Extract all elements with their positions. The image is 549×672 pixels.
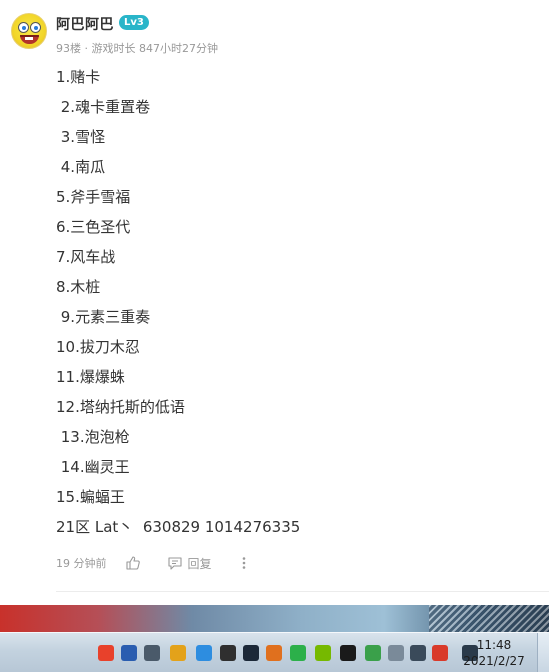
speaker-warning-icon[interactable] [432,645,448,661]
sogou-input-icon[interactable] [98,645,114,661]
content-line: 1.赌卡 [56,68,101,86]
desktop-wallpaper [0,605,549,632]
content-line: 7.风车战 [56,248,116,266]
content-line: 8.木桩 [56,278,101,296]
security-check-icon[interactable] [365,645,381,661]
folder-app-icon[interactable] [266,645,282,661]
avatar-eye-right [30,22,41,33]
content-line: 12.塔纳托斯的低语 [56,398,185,416]
language-bar-icon[interactable] [144,645,160,661]
volume-icon[interactable] [410,645,426,661]
content-line: 2.魂卡重置卷 [56,98,151,116]
clock-time: 11:48 [476,638,512,652]
avatar-eye-left [18,22,29,33]
avatar-mouth [20,35,39,44]
nvidia-icon[interactable] [315,645,331,661]
g-app-icon[interactable] [170,645,186,661]
steam-icon[interactable] [243,645,259,661]
username[interactable]: 阿巴阿巴 [56,14,114,34]
taskbar-clock[interactable]: 11:48 2021/2/27 [459,637,529,669]
content-line: 3.雪怪 [56,128,106,146]
wallpaper-detail [429,605,549,632]
more-vertical-icon[interactable] [238,555,250,571]
notes-icon[interactable] [388,645,404,661]
content-line: 4.南瓜 [56,158,106,176]
content-line: 11.爆爆蛛 [56,368,125,386]
grid-app-icon[interactable] [220,645,236,661]
help-icon[interactable] [121,645,137,661]
show-desktop-button[interactable] [537,633,549,672]
content-line: 13.泡泡枪 [56,428,130,446]
taskbar: 11:48 2021/2/27 [0,632,549,672]
post-meta: 93楼 · 游戏时长 847小时27分钟 [56,42,218,55]
clock-date: 2021/2/27 [463,654,525,668]
qq-icon[interactable] [340,645,356,661]
post-content: 1.赌卡 2.魂卡重置卷 3.雪怪 4.南瓜 5.斧手雪福 6.三色圣代 7.风… [56,66,526,546]
reply-button[interactable]: 回复 [188,555,212,572]
divider [56,591,549,592]
thumbs-up-icon[interactable] [125,555,141,571]
content-line: 5.斧手雪福 [56,188,131,206]
content-line: 6.三色圣代 [56,218,131,236]
wechat-icon[interactable] [290,645,306,661]
user-avatar[interactable] [11,13,47,49]
post-time: 19 分钟前 [56,557,107,570]
content-line: 14.幽灵王 [56,458,130,476]
content-line: 21区 Lat丶 630829 1014276335 [56,518,301,536]
content-line: 10.拔刀木忍 [56,338,140,356]
post-card: 阿巴阿巴 Lv3 93楼 · 游戏时长 847小时27分钟 1.赌卡 2.魂卡重… [0,0,549,605]
level-badge: Lv3 [119,15,149,30]
post-actions: 19 分钟前 回复 [56,554,250,572]
comment-icon[interactable] [167,555,183,571]
shield-icon[interactable] [196,645,212,661]
content-line: 9.元素三重奏 [56,308,151,326]
content-line: 15.蝙蝠王 [56,488,125,506]
